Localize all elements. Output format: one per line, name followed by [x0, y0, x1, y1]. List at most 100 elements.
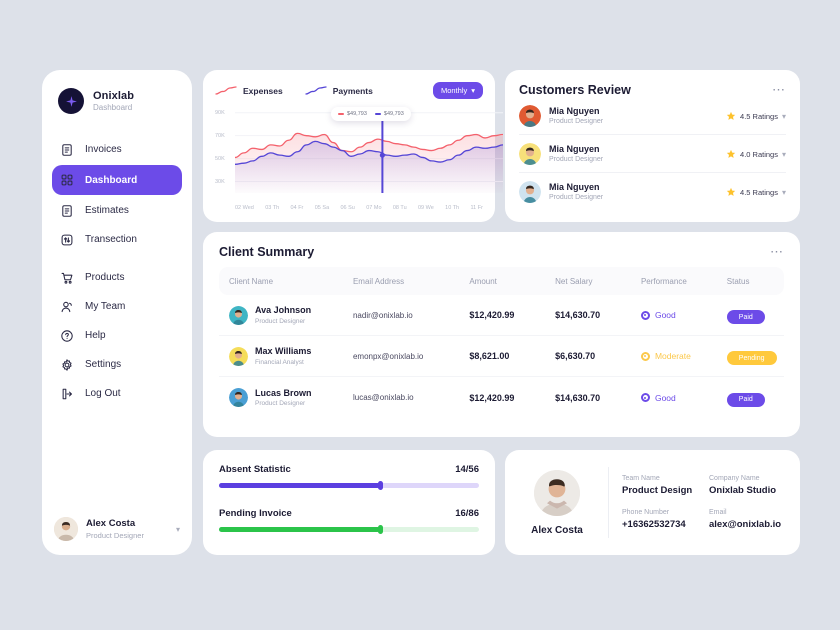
divider [608, 467, 609, 538]
avatar [519, 181, 541, 203]
list-item[interactable]: Mia Nguyen Product Designer 4.0 Ratings … [519, 135, 786, 173]
sidebar-user-profile[interactable]: Alex Costa Product Designer ▾ [42, 517, 192, 541]
field-label: Email [709, 509, 727, 516]
table-column-header: Client Name [229, 276, 274, 286]
user-detail-field: Email alex@onixlab.io [709, 509, 786, 530]
chevron-down-icon[interactable]: ▾ [782, 188, 786, 197]
performance-dot-icon [640, 393, 650, 402]
sidebar-item-label: Settings [85, 359, 122, 370]
tooltip-value: $49,793 [347, 111, 367, 117]
range-select-label: Monthly [440, 86, 468, 95]
sidebar-item-log-out[interactable]: Log Out [52, 380, 182, 407]
chart-y-axis: 30K 50K 70K 90K [215, 107, 235, 193]
more-horizontal-icon[interactable]: ⋯ [772, 83, 786, 96]
star-sparkle-icon [58, 88, 84, 114]
chevron-down-icon[interactable]: ▾ [176, 525, 180, 534]
transfer-icon [60, 233, 74, 247]
sidebar-item-my-team[interactable]: My Team [52, 293, 182, 320]
status-badge: Pending [726, 351, 777, 366]
client-summary-table: Client Name Email Address Amount Net Salary… [219, 267, 784, 418]
performance-label: Good [654, 392, 676, 403]
stat-value: 14/56 [455, 464, 479, 475]
performance-label: Good [654, 310, 676, 320]
summary-header: Client Summary ⋯ [219, 245, 784, 259]
table-row[interactable]: Ava Johnson Product Designer nadir@onixl… [219, 295, 784, 336]
sidebar-item-label: Help [85, 330, 106, 341]
stat-label: Pending Invoice [219, 508, 292, 519]
sidebar-item-dashboard[interactable]: Dashboard [52, 165, 182, 195]
sidebar-item-label: My Team [85, 301, 126, 312]
table-column-header: Email Address [352, 276, 405, 286]
chevron-down-icon: ▾ [471, 86, 475, 95]
tooltip-value: $49,793 [383, 111, 404, 117]
stat-header: Absent Statistic 14/56 [219, 464, 479, 475]
sidebar-item-estimates[interactable]: Estimates [52, 197, 182, 224]
legend-label-expenses: Expenses [243, 85, 283, 96]
rating-text: 4.5 Ratings [740, 187, 778, 197]
table-row[interactable]: Max Williams Financial Analyst emonpx@on… [219, 336, 784, 377]
statistics-card: Absent Statistic 14/56 Pending Invoice 1… [203, 450, 495, 555]
client-net-salary: $6,630.70 [555, 351, 596, 361]
progress-bar-fill [219, 527, 381, 532]
client-name: Max Williams [255, 346, 312, 357]
chart-tooltip: $49,793 $49,793 [331, 107, 411, 121]
client-summary-card: Client Summary ⋯ Client Name Email Addres… [203, 232, 800, 437]
user-detail-field: Company Name Onixlab Studio [709, 475, 786, 496]
progress-bar-fill [219, 483, 381, 488]
sidebar-item-invoices[interactable]: Invoices [52, 136, 182, 163]
chart-y-tick: 70K [215, 132, 225, 139]
sidebar-item-label: Estimates [85, 205, 129, 216]
sidebar-item-settings[interactable]: Settings [52, 351, 182, 378]
sidebar-item-products[interactable]: Products [52, 264, 182, 291]
chart-y-tick: 30K [215, 178, 225, 185]
sidebar-item-transection[interactable]: Transection [52, 226, 182, 253]
performance-label: Moderate [654, 351, 691, 361]
tooltip-color-swatch [338, 113, 344, 115]
document-icon [60, 204, 74, 218]
stat-block: Pending Invoice 16/86 [219, 508, 479, 534]
sidebar-item-label: Transection [85, 234, 137, 245]
star-icon [726, 149, 736, 158]
client-role: Product Designer [255, 317, 306, 325]
sidebar-item-label: Invoices [85, 144, 122, 155]
progress-bar-track[interactable] [219, 525, 479, 534]
range-select-monthly[interactable]: Monthly ▾ [432, 82, 483, 99]
table-column-header: Status [726, 276, 750, 286]
rating-group: 4.5 Ratings ▾ [726, 111, 786, 121]
sidebar-item-help[interactable]: Help [52, 322, 182, 349]
table-column-header: Amount [469, 276, 497, 286]
brand-subtitle: Dashboard [93, 103, 133, 113]
chart-x-tick: 08 Tu [392, 205, 407, 211]
review-name: Mia Nguyen [549, 181, 600, 192]
list-item[interactable]: Mia Nguyen Product Designer 4.5 Ratings … [519, 173, 786, 210]
chevron-down-icon[interactable]: ▾ [782, 112, 786, 121]
field-label: Company Name [709, 475, 760, 482]
user-detail-name: Alex Costa [531, 524, 583, 536]
chart-x-tick: 06 Su [340, 205, 355, 211]
progress-bar-handle[interactable] [377, 481, 383, 490]
rating-group: 4.0 Ratings ▾ [726, 149, 786, 159]
chart-header: Expenses Payments Monthly ▾ [215, 82, 483, 99]
user-detail-field: Team Name Product Design [622, 475, 699, 496]
progress-bar-handle[interactable] [377, 525, 383, 534]
chevron-down-icon[interactable]: ▾ [782, 150, 786, 159]
client-net-salary: $14,630.70 [555, 392, 601, 403]
field-value: Product Design [622, 485, 693, 496]
field-value: Onixlab Studio [709, 485, 777, 496]
client-net-salary: $14,630.70 [555, 310, 601, 320]
performance-dot-icon [640, 351, 650, 361]
list-item[interactable]: Mia Nguyen Product Designer 4.5 Ratings … [519, 97, 786, 135]
avatar [229, 305, 248, 325]
question-circle-icon [60, 329, 74, 343]
table-row[interactable]: Lucas Brown Product Designer lucas@onixl… [219, 377, 784, 418]
performance-indicator: Good [640, 310, 727, 320]
progress-bar-track[interactable] [219, 481, 479, 490]
review-role: Product Designer [549, 155, 604, 163]
avatar [54, 517, 78, 541]
client-email: emonpx@onixlab.io [352, 351, 424, 361]
client-amount: $12,420.99 [469, 392, 515, 403]
summary-title: Client Summary [219, 245, 315, 259]
more-horizontal-icon[interactable]: ⋯ [770, 245, 784, 258]
user-detail-identity: Alex Costa [519, 463, 595, 542]
